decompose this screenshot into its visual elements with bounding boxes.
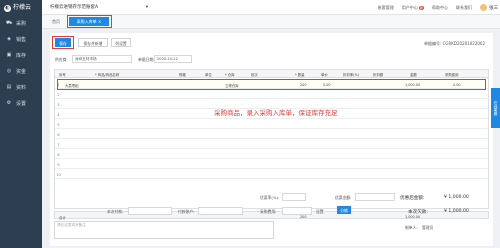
row-number: 9 [57,162,60,167]
cart-icon: ⛟ [6,19,13,26]
fee-settings-link[interactable]: 设置 [316,209,324,215]
top-menu: 账套管理 用户中心 新 帮助中心 联系我们 [378,0,472,15]
wallet-icon: ◎ [6,68,12,74]
new-badge: 新 [418,5,424,10]
col-spec: 规格 [179,73,186,77]
chevron-down-icon: ▾ [145,5,148,10]
top-bar: ◐ 柠檬云 柠檬云进销存示范账套A ▾ 账套管理 用户中心 新 帮助中心 联系我们… [0,0,500,15]
row-number: 10 [56,172,61,177]
share-button[interactable]: 分摊 [337,206,351,214]
sidebar: ⛟ 采购 ◈ 销售 ▣ 库存 ◎ 资金 ▤ 资料 ⚙ 设置 [0,15,42,248]
row-number: 4 [57,112,60,117]
table-row[interactable]: 8 [55,150,488,159]
top-menu-accounts[interactable]: 账套管理 [378,5,394,11]
sidebar-item-data[interactable]: ▤ 资料 [0,79,42,95]
box-icon: ▣ [6,52,12,58]
col-purchase-cost: 采购费用 [445,73,459,77]
table-row[interactable]: 7 [55,140,488,149]
col-discount-rate: 折扣率(%) [343,73,360,77]
top-menu-user-center[interactable]: 用户中心 新 [402,5,424,11]
user-name: 张三 [489,5,498,11]
header-form: 供应商: 深圳五材市场 单据日期: 2020-10-22 [50,55,493,65]
row-number: 3 [57,102,60,107]
column-settings-button[interactable]: 列设置 [111,38,131,47]
grid-header: 序号 * 商品/商品名称 规格 单位 * 仓库 批次 * 数量 单价 折扣率(%… [55,70,488,78]
supplier-select[interactable]: 深圳五材市场 [72,55,132,63]
table-row[interactable]: 10 [55,170,488,179]
fee-input[interactable] [282,207,312,215]
sidebar-item-inventory[interactable]: ▣ 库存 [0,47,42,63]
top-menu-contact[interactable]: 联系我们 [456,5,472,11]
toolbar: 保存 保存并新增 列设置 单据编号: CGRKD20201022002 [50,33,493,53]
sidebar-item-settings[interactable]: ⚙ 设置 [0,95,42,111]
save-and-new-button[interactable]: 保存并新增 [78,38,108,47]
row-number: 2 [57,92,60,97]
maker-label: 制单人: [405,225,418,230]
account-label: 付款账户: [178,209,195,214]
date-input[interactable]: 2020-10-22 [154,55,192,63]
maker-name: 管理员 [422,225,434,230]
order-number: 单据编号: CGRKD20201022002 [423,41,485,46]
sidebar-item-funds[interactable]: ◎ 资金 [0,63,42,79]
table-row[interactable]: 5 [55,120,488,129]
brand: ◐ 柠檬云 [0,0,42,15]
store-select[interactable]: 柠檬云进销存示范账套A ▾ [50,4,148,11]
highlight-save-box [52,36,74,49]
remark-input[interactable]: 请在这里填写备注 [54,221,274,239]
footer-form: 优惠率(%): 优惠金额: 优惠后金额: ¥ 1,000.00 本次付款: 付款… [50,190,493,246]
discount-amount-input[interactable] [355,193,395,201]
paid-input[interactable] [128,207,172,215]
supplier-label: 供应商: [55,57,68,62]
items-grid: 序号 * 商品/商品名称 规格 单位 * 仓库 批次 * 数量 单价 折扣率(%… [54,69,489,209]
col-amount: 金额 [410,73,417,77]
gear-icon: ⚙ [6,100,12,106]
date-label: 单据日期: [138,57,155,62]
debt-label: 本次欠款: [408,210,428,215]
annotation-text: 采购商品，录入采购入库单，保证库存充足 [214,109,338,117]
table-row[interactable]: 2 [55,90,488,99]
tag-icon: ◈ [7,36,11,42]
col-warehouse: * 仓库 [225,73,235,77]
highlight-row-box [57,79,486,90]
folder-icon: ▤ [6,84,12,90]
row-number: 8 [57,152,60,157]
row-number: 5 [57,122,60,127]
fee-label: 采购费用: [260,209,277,214]
col-product: * 商品/商品名称 [95,73,120,77]
avatar [480,4,487,11]
col-qty: * 数量 [295,73,305,77]
user-menu[interactable]: 张三 [480,0,498,15]
sidebar-item-sales[interactable]: ◈ 销售 [0,31,42,47]
discount-rate-label: 优惠率(%): [260,195,280,200]
col-discount-amount: 折扣额 [373,73,384,77]
row-number: 6 [57,132,60,137]
col-seq: 序号 [59,73,66,77]
col-price: 单价 [321,73,328,77]
account-select[interactable] [198,207,243,215]
after-discount-label: 优惠后金额: [400,196,425,201]
top-menu-help[interactable]: 帮助中心 [432,5,448,11]
after-discount-value: ¥ 1,000.00 [444,195,469,200]
discount-amount-label: 优惠金额: [335,195,352,200]
highlight-tab-box [67,15,112,28]
paid-label: 本次付款: [107,209,124,214]
table-row[interactable]: 6 [55,130,488,139]
col-batch: 批次 [251,73,258,77]
sidebar-item-purchase[interactable]: ⛟ 采购 [0,15,42,31]
app-name: 柠檬云 [13,4,32,11]
col-unit: 单位 [205,73,212,77]
online-service-tab[interactable]: 在线客服 [491,88,500,128]
discount-rate-input[interactable] [282,193,306,201]
lemon-logo-icon: ◐ [4,5,11,12]
table-row[interactable]: 9 [55,160,488,169]
tab-home[interactable]: 首页 [52,19,60,25]
debt-value: ¥ 1,000.00 [444,209,469,214]
row-number: 7 [57,142,60,147]
